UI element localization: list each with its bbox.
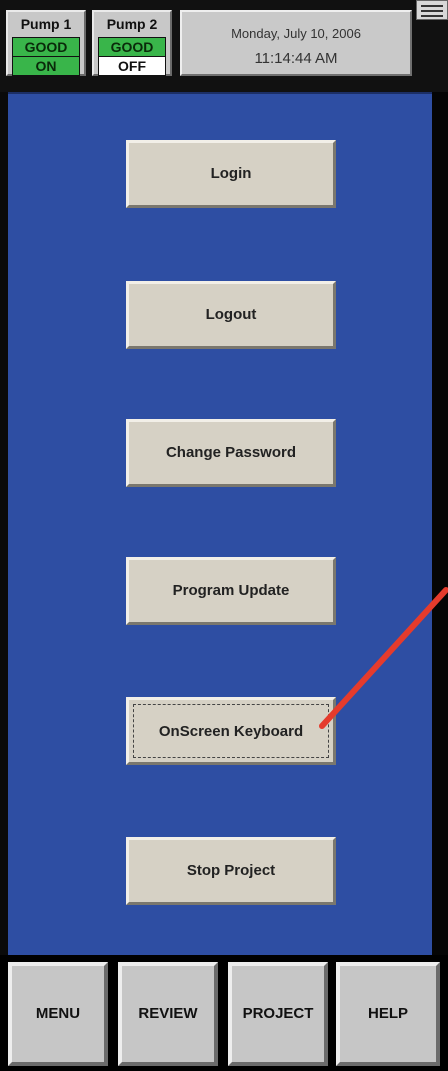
pump-2-state: OFF: [98, 56, 166, 76]
time-text: 11:14:44 AM: [254, 50, 338, 67]
nav-project-button[interactable]: PROJECT: [228, 962, 328, 1066]
side-strip: [432, 92, 448, 955]
nav-review-button[interactable]: REVIEW: [118, 962, 218, 1066]
pump-2-label: Pump 2: [106, 16, 158, 32]
pump-2-health: GOOD: [98, 37, 166, 57]
program-update-button[interactable]: Program Update: [126, 557, 336, 625]
pump-2-status: Pump 2 GOOD OFF: [92, 10, 172, 76]
menu-panel: [8, 92, 432, 955]
date-text: Monday, July 10, 2006: [231, 26, 361, 41]
onscreen-keyboard-button[interactable]: OnScreen Keyboard: [126, 697, 336, 765]
keyboard-icon[interactable]: [416, 0, 448, 20]
pump-1-health: GOOD: [12, 37, 80, 57]
login-button[interactable]: Login: [126, 140, 336, 208]
change-password-button[interactable]: Change Password: [126, 419, 336, 487]
nav-menu-button[interactable]: MENU: [8, 962, 108, 1066]
pump-1-state: ON: [12, 56, 80, 76]
onscreen-keyboard-label: OnScreen Keyboard: [133, 704, 329, 758]
stop-project-button[interactable]: Stop Project: [126, 837, 336, 905]
pump-1-label: Pump 1: [20, 16, 72, 32]
logout-button[interactable]: Logout: [126, 281, 336, 349]
datetime-display: Monday, July 10, 2006 11:14:44 AM: [180, 10, 412, 76]
nav-help-button[interactable]: HELP: [336, 962, 440, 1066]
pump-1-status: Pump 1 GOOD ON: [6, 10, 86, 76]
